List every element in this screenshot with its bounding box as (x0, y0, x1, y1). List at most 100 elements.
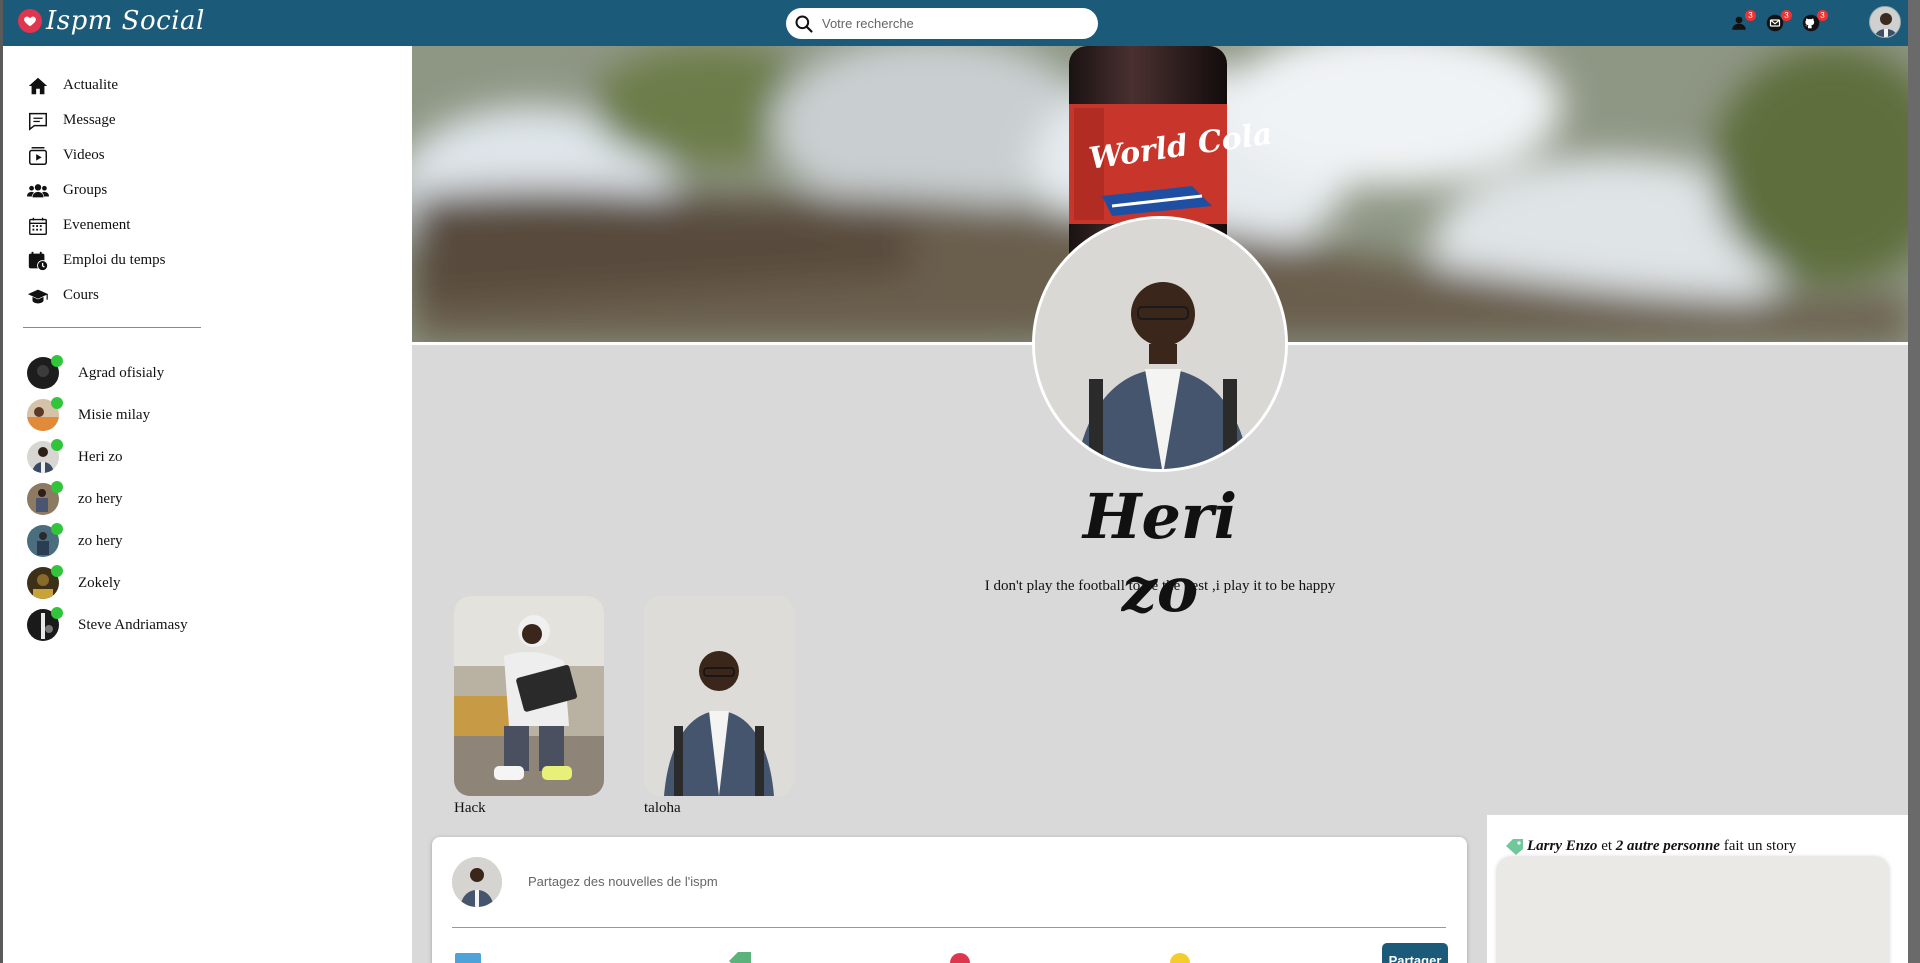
search-bar (786, 8, 1098, 39)
online-indicator (51, 523, 63, 535)
photo-icon (455, 953, 481, 963)
contact-name: Zokely (78, 574, 121, 591)
highlight-thumbnail (644, 596, 794, 796)
user-avatar[interactable] (1869, 6, 1901, 38)
contact-name: Misie milay (78, 406, 151, 423)
online-indicator (51, 481, 63, 493)
story-suffix: fait un story (1719, 837, 1797, 854)
contact-item[interactable]: Steve Andriamasy (27, 604, 188, 646)
top-icons: 3 3 3 (1728, 10, 1828, 34)
post-input[interactable] (528, 865, 1228, 897)
top-bar: Ispm Social 3 3 3 (3, 0, 1908, 46)
tag-icon (729, 952, 751, 963)
tag-icon (1506, 839, 1523, 855)
calendar-icon (29, 217, 47, 235)
heart-logo-icon (18, 9, 42, 33)
contact-item[interactable]: zo hery (27, 478, 188, 520)
highlight-label: Hack (454, 800, 486, 816)
contact-avatar (27, 397, 63, 431)
schedule-icon (28, 251, 49, 271)
story-highlights: Hack taloha (454, 596, 794, 817)
sidebar-item-groups[interactable]: Groups (27, 173, 166, 208)
messages-button[interactable]: 3 (1764, 10, 1792, 34)
message-icon (29, 112, 47, 131)
live-icon (950, 953, 970, 963)
sidebar-item-label: Videos (63, 147, 105, 163)
contact-avatar (27, 481, 63, 515)
sidebar-item-message[interactable]: Message (27, 103, 166, 138)
sidebar-divider (23, 327, 201, 328)
story-panel: Larry Enzo et 2 autre personne fait un s… (1487, 815, 1908, 963)
sidebar-item-label: Emploi du temps (63, 252, 166, 268)
photo-option[interactable] (454, 949, 482, 963)
search-icon (795, 15, 813, 33)
online-indicator (51, 565, 63, 577)
contact-avatar (27, 439, 63, 473)
github-button[interactable]: 3 (1800, 10, 1828, 34)
highlight-label: taloha (644, 800, 681, 816)
friends-button[interactable]: 3 (1728, 10, 1756, 34)
contact-avatar (27, 607, 63, 641)
messages-badge: 3 (1781, 10, 1792, 21)
home-icon (28, 77, 48, 94)
sidebar-item-label: Cours (63, 287, 99, 303)
highlight-thumbnail (454, 596, 604, 796)
online-indicator (51, 607, 63, 619)
sidebar-item-evenement[interactable]: Evenement (27, 208, 166, 243)
graduation-cap-icon (27, 289, 49, 303)
sidebar-item-label: Actualite (63, 77, 118, 93)
sidebar-item-cours[interactable]: Cours (27, 278, 166, 313)
share-button[interactable]: Partager (1382, 943, 1448, 963)
tag-option[interactable] (726, 949, 754, 963)
brand[interactable]: Ispm Social (18, 6, 205, 36)
contact-name: zo hery (78, 532, 123, 549)
story-person: Larry Enzo (1527, 837, 1598, 854)
highlight-item[interactable]: Hack (454, 596, 604, 817)
contact-name: Heri zo (78, 448, 123, 465)
profile-name: Heri zo (1082, 480, 1238, 626)
sidebar: Actualite Message Videos Groups Evenemen… (3, 46, 412, 963)
contact-item[interactable]: Heri zo (27, 436, 188, 478)
story-header: Larry Enzo et 2 autre personne fait un s… (1505, 837, 1796, 855)
profile-picture[interactable] (1032, 216, 1288, 472)
online-indicator (51, 439, 63, 451)
emoji-icon (1170, 953, 1190, 963)
app-frame: Ispm Social 3 3 3 (3, 0, 1908, 963)
contact-item[interactable]: zo hery (27, 520, 188, 562)
contact-name: Steve Andriamasy (78, 616, 188, 633)
contact-item[interactable]: Zokely (27, 562, 188, 604)
profile-bio: I don't play the football to be the best… (984, 578, 1336, 594)
sidebar-item-label: Groups (63, 182, 108, 198)
sidebar-menu: Actualite Message Videos Groups Evenemen… (27, 68, 166, 313)
contact-item[interactable]: Agrad ofisialy (27, 352, 188, 394)
sidebar-item-videos[interactable]: Videos (27, 138, 166, 173)
video-icon (29, 146, 47, 165)
contact-avatar (27, 565, 63, 599)
contact-name: zo hery (78, 490, 123, 507)
feeling-option[interactable] (1166, 949, 1194, 963)
highlight-item[interactable]: taloha (644, 596, 794, 817)
contact-item[interactable]: Misie milay (27, 394, 188, 436)
sidebar-item-label: Message (63, 112, 116, 128)
groups-icon (27, 183, 49, 197)
contact-name: Agrad ofisialy (78, 364, 165, 381)
composer-divider (452, 927, 1446, 928)
contact-avatar (27, 523, 63, 557)
post-composer: Partager (432, 837, 1467, 963)
composer-avatar (452, 857, 502, 907)
online-indicator (51, 397, 63, 409)
story-connector: et (1597, 837, 1616, 854)
search-input[interactable] (822, 16, 1072, 31)
github-badge: 3 (1817, 10, 1828, 21)
contact-avatar (27, 355, 63, 389)
live-option[interactable] (946, 949, 974, 963)
app-name: Ispm Social (46, 6, 205, 36)
scrollbar[interactable] (1908, 0, 1920, 963)
story-card[interactable] (1497, 857, 1889, 963)
sidebar-item-actualite[interactable]: Actualite (27, 68, 166, 103)
story-others: 2 autre personne (1615, 837, 1720, 854)
friends-badge: 3 (1745, 10, 1756, 21)
sidebar-item-label: Evenement (63, 217, 131, 233)
sidebar-item-emploi-du-temps[interactable]: Emploi du temps (27, 243, 166, 278)
contacts-list: Agrad ofisialy Misie milay Heri zo zo he… (27, 352, 188, 646)
